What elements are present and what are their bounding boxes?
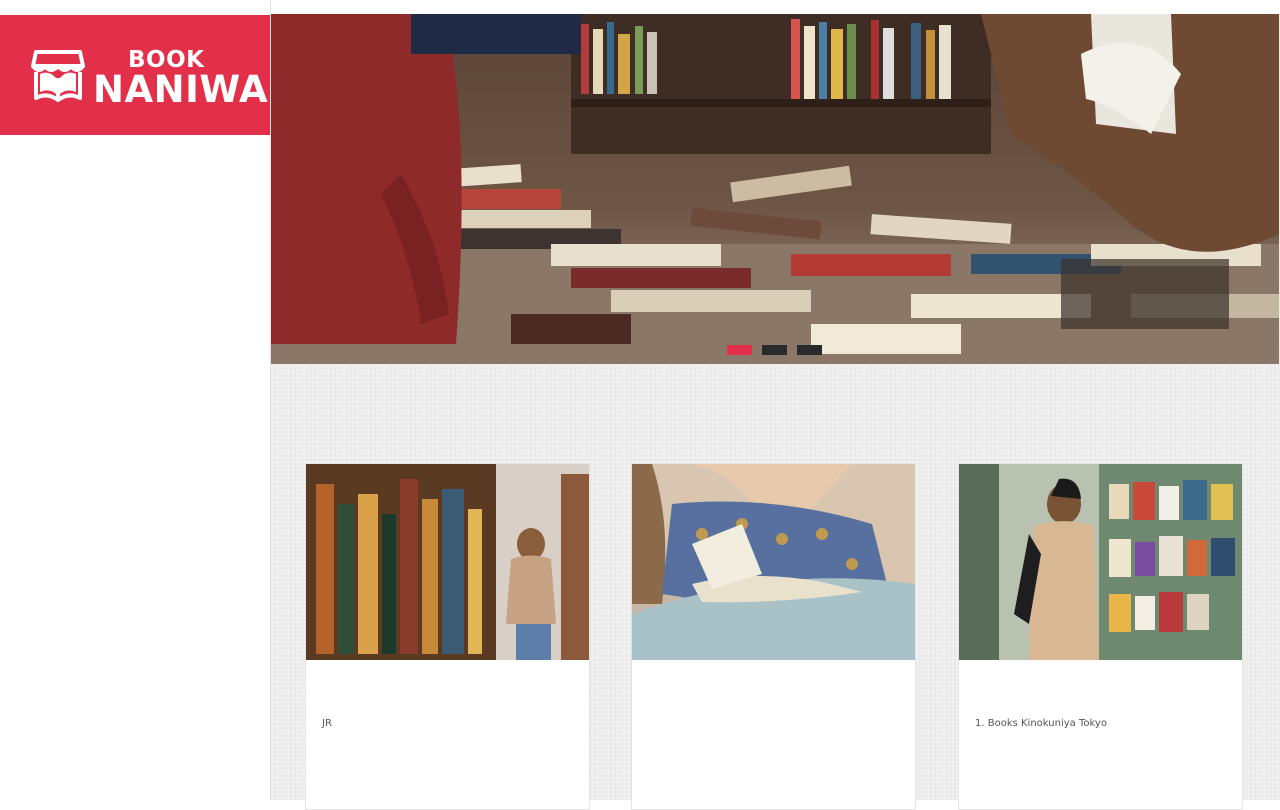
article-excerpt: 1. Books Kinokuniya Tokyo bbox=[975, 718, 1107, 729]
main-content: JR 1. Books Kinokuniya Tokyo bbox=[271, 0, 1280, 810]
slider-dot-2[interactable] bbox=[762, 345, 787, 355]
hero-slider[interactable] bbox=[271, 14, 1279, 364]
sidebar: BOOK NANIWA bbox=[0, 0, 271, 800]
article-thumbnail bbox=[306, 464, 589, 660]
hero-caption bbox=[1061, 259, 1229, 329]
article-thumbnail bbox=[959, 464, 1242, 660]
slider-dot-1[interactable] bbox=[727, 345, 752, 355]
logo-text-naniwa: NANIWA bbox=[93, 68, 269, 111]
article-excerpt: JR bbox=[322, 718, 332, 729]
article-card-3[interactable]: 1. Books Kinokuniya Tokyo bbox=[958, 463, 1243, 810]
top-bar bbox=[271, 0, 1280, 14]
slider-pagination bbox=[727, 345, 822, 355]
article-thumbnail bbox=[632, 464, 915, 660]
article-card-2[interactable] bbox=[631, 463, 916, 810]
bookstore-icon bbox=[31, 50, 85, 102]
slider-dot-3[interactable] bbox=[797, 345, 822, 355]
site-logo[interactable]: BOOK NANIWA bbox=[0, 15, 270, 135]
article-card-1[interactable]: JR bbox=[305, 463, 590, 810]
